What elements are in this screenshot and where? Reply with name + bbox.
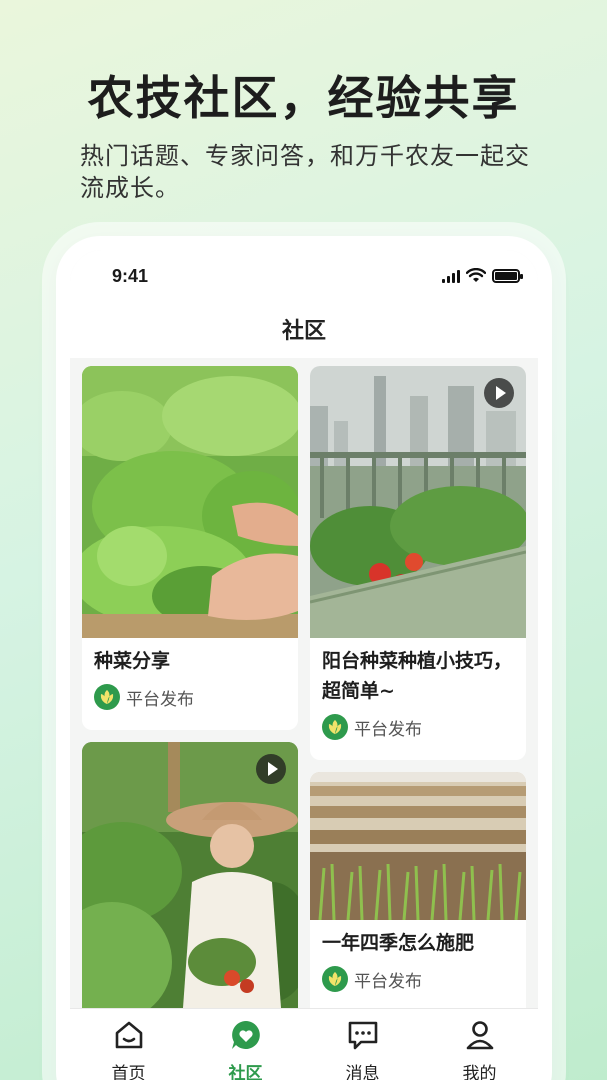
post-title: 一年四季怎么施肥: [322, 932, 475, 954]
community-feed[interactable]: 种菜分享 平台发布 阳台种菜种植小技巧，超简单~ 平台发布 一年四季怎么施肥 平…: [70, 358, 538, 1022]
home-icon: [115, 1021, 142, 1049]
tab-label: 首页: [111, 1064, 146, 1080]
message-icon: [348, 1021, 377, 1050]
app-screen: 9:41 社区 种菜分享 平台发布 阳台种菜种植小技巧，超简单~ 平台发布 一年…: [70, 250, 538, 1080]
platform-logo-icon: [322, 966, 348, 992]
post-source: 平台发布: [126, 689, 194, 710]
post-image-garden: [82, 742, 298, 1022]
platform-logo-icon: [322, 714, 348, 740]
wifi-icon: [466, 268, 486, 282]
status-icons: [442, 268, 523, 284]
tab-label: 社区: [228, 1064, 263, 1080]
battery-icon: [492, 269, 523, 283]
play-video-icon[interactable]: [256, 754, 286, 784]
post-meta: 平台发布: [310, 706, 526, 752]
post-meta: 平台发布: [82, 676, 298, 722]
tab-community[interactable]: 社区: [187, 1009, 304, 1080]
post-image-lettuce: [82, 366, 298, 638]
post-card-garden-video[interactable]: [82, 742, 298, 1022]
status-time: 9:41: [112, 266, 149, 286]
post-card-lettuce[interactable]: 种菜分享 平台发布: [82, 366, 298, 730]
tab-home[interactable]: 首页: [70, 1009, 187, 1080]
tab-messages[interactable]: 消息: [304, 1009, 421, 1080]
post-source: 平台发布: [354, 971, 422, 992]
post-title: 种菜分享: [94, 650, 171, 672]
tab-label: 我的: [462, 1064, 497, 1080]
page-title: 社区: [281, 319, 326, 344]
phone-mockup: 9:41 社区 种菜分享 平台发布 阳台种菜种植小技巧，超简单~ 平台发布 一年…: [56, 236, 552, 1080]
post-source: 平台发布: [354, 719, 422, 740]
profile-icon: [466, 1021, 493, 1050]
post-title: 阳台种菜种植小技巧，超简单~: [322, 650, 513, 702]
post-card-balcony-video[interactable]: 阳台种菜种植小技巧，超简单~ 平台发布: [310, 366, 526, 760]
post-image-raised-beds: [310, 772, 526, 920]
status-bar: 9:41: [70, 250, 538, 306]
play-video-icon[interactable]: [484, 378, 514, 408]
bottom-tab-bar: 首页 社区 消息 我的: [70, 1008, 538, 1080]
nav-bar: 社区: [70, 306, 538, 358]
platform-logo-icon: [94, 684, 120, 710]
tab-label: 消息: [345, 1064, 380, 1080]
tab-profile[interactable]: 我的: [421, 1009, 538, 1080]
signal-icon: [442, 269, 460, 283]
promo-headline: 农技社区，经验共享: [87, 71, 520, 125]
post-meta: 平台发布: [310, 958, 526, 1004]
post-card-fertilizer[interactable]: 一年四季怎么施肥 平台发布: [310, 772, 526, 1022]
community-heart-icon: [231, 1021, 260, 1049]
promo-subline: 热门话题、专家问答，和万千农友一起交流成长。: [80, 142, 530, 202]
post-image-balcony: [310, 366, 526, 638]
